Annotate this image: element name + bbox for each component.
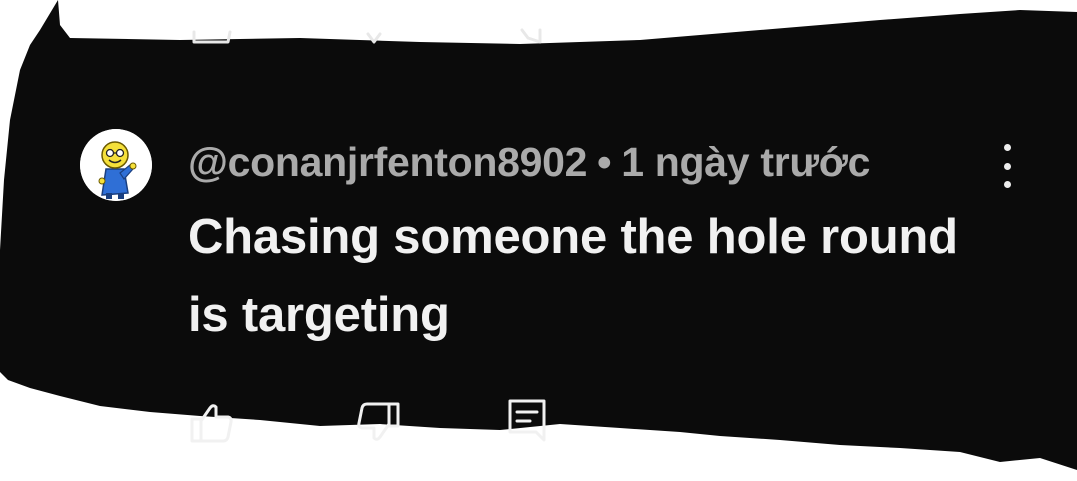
comment-text: Chasing someone the hole round is target…	[188, 210, 958, 342]
avatar[interactable]	[80, 129, 152, 201]
comment-timestamp: 1 ngày trước	[621, 138, 871, 185]
like-button[interactable]	[186, 398, 236, 448]
reply-comment-icon	[508, 399, 546, 442]
screenshot-page: @conanjrfenton8902 • 1 ngày trước Chasin…	[0, 0, 1077, 481]
comment-header: @conanjrfenton8902 • 1 ngày trước	[188, 136, 870, 188]
dislike-button[interactable]	[354, 398, 404, 448]
cartoon-avatar-icon	[80, 129, 152, 201]
comment-actions	[0, 390, 1077, 450]
more-vert-icon[interactable]	[990, 144, 1024, 188]
thumbs-up-icon	[190, 404, 233, 443]
comment-author[interactable]: @conanjrfenton8902	[188, 139, 587, 186]
comment-item: @conanjrfenton8902 • 1 ngày trước Chasin…	[0, 0, 1077, 481]
menu-dot	[1003, 181, 1011, 188]
menu-dot	[1003, 162, 1011, 170]
menu-dot	[1003, 144, 1011, 151]
thumbs-down-icon	[357, 402, 400, 441]
meta-separator: •	[597, 138, 612, 185]
reply-button[interactable]	[504, 396, 554, 446]
